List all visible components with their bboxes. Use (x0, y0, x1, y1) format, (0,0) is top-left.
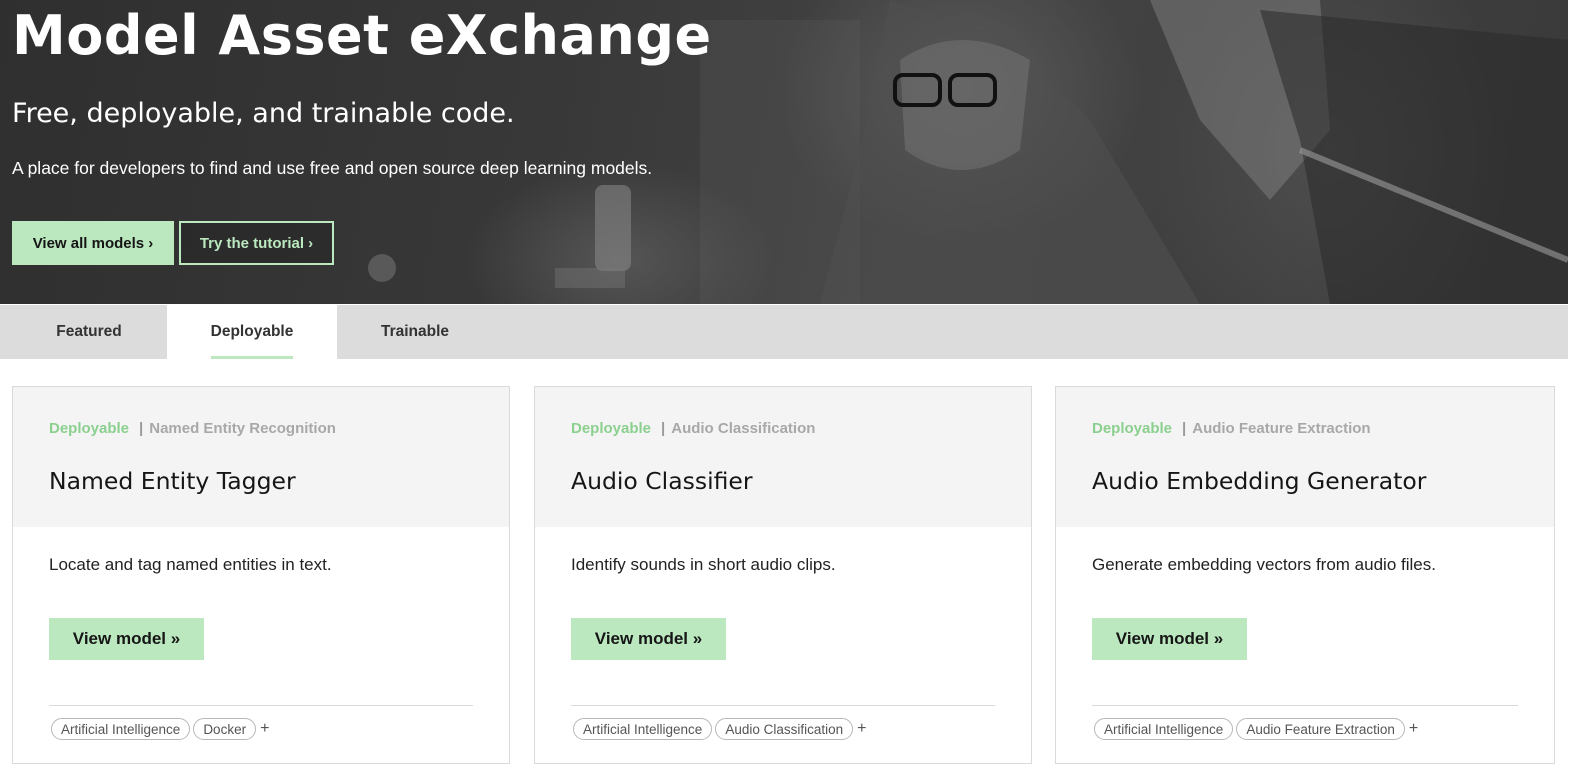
card-tags: Deployable | Audio Feature Extraction (1092, 420, 1371, 437)
chip-audio-classification[interactable]: Audio Classification (715, 718, 854, 740)
more-tags-button[interactable]: + (857, 718, 866, 740)
tab-deployable[interactable]: Deployable (167, 305, 337, 359)
active-tab-indicator (211, 356, 293, 359)
card-header: Deployable | Audio Classification Audio Cl… (535, 387, 1031, 527)
view-model-button[interactable]: View model » (1092, 618, 1247, 660)
card-divider (49, 705, 473, 706)
view-model-button[interactable]: View model » (49, 618, 204, 660)
chip-audio-feature-extraction[interactable]: Audio Feature Extraction (1236, 718, 1405, 740)
chip-artificial-intelligence[interactable]: Artificial Intelligence (51, 718, 191, 740)
view-model-button[interactable]: View model » (571, 618, 726, 660)
card-title: Audio Embedding Generator (1092, 467, 1427, 495)
card-type-label[interactable]: Deployable (571, 420, 651, 437)
card-tags: Deployable | Named Entity Recognition (49, 420, 336, 437)
hero-banner: Model Asset eXchange Free, deployable, a… (0, 0, 1568, 304)
card-category-label[interactable]: Audio Feature Extraction (1192, 420, 1370, 437)
card-chip-list: Artificial Intelligence Docker + (51, 718, 269, 740)
model-card-named-entity-tagger: Deployable | Named Entity Recognition Name… (12, 386, 510, 764)
tag-separator: | (1182, 420, 1187, 437)
view-all-models-button[interactable]: View all models › (12, 221, 174, 265)
card-tags: Deployable | Audio Classification (571, 420, 815, 437)
tab-deployable-label: Deployable (210, 323, 294, 340)
tab-featured[interactable]: Featured (14, 305, 164, 359)
card-header: Deployable | Audio Feature Extraction Audi… (1056, 387, 1554, 527)
chip-artificial-intelligence[interactable]: Artificial Intelligence (1094, 718, 1234, 740)
card-title: Audio Classifier (571, 467, 753, 495)
card-category-label[interactable]: Named Entity Recognition (149, 420, 336, 437)
card-divider (1092, 705, 1518, 706)
card-description: Locate and tag named entities in text. (49, 555, 332, 574)
card-header: Deployable | Named Entity Recognition Name… (13, 387, 509, 527)
more-tags-button[interactable]: + (260, 718, 269, 740)
tag-separator: | (661, 420, 666, 437)
try-tutorial-button[interactable]: Try the tutorial › (179, 221, 334, 265)
page-title: Model Asset eXchange (12, 4, 712, 67)
card-description: Generate embedding vectors from audio fi… (1092, 555, 1436, 574)
card-description: Identify sounds in short audio clips. (571, 555, 836, 574)
card-chip-list: Artificial Intelligence Audio Classifica… (573, 718, 866, 740)
chip-docker[interactable]: Docker (193, 718, 257, 740)
tab-trainable[interactable]: Trainable (340, 305, 490, 359)
more-tags-button[interactable]: + (1409, 718, 1418, 740)
card-type-label[interactable]: Deployable (49, 420, 129, 437)
hero-description: A place for developers to find and use f… (12, 158, 653, 178)
chip-artificial-intelligence[interactable]: Artificial Intelligence (573, 718, 713, 740)
card-type-label[interactable]: Deployable (1092, 420, 1172, 437)
hero-subtitle: Free, deployable, and trainable code. (12, 98, 515, 129)
card-chip-list: Artificial Intelligence Audio Feature Ex… (1094, 718, 1418, 740)
model-card-audio-classifier: Deployable | Audio Classification Audio Cl… (534, 386, 1032, 764)
card-category-label[interactable]: Audio Classification (671, 420, 815, 437)
model-filter-tabs: Featured Deployable Trainable (0, 305, 1568, 359)
model-card-audio-embedding-generator: Deployable | Audio Feature Extraction Audi… (1055, 386, 1555, 764)
card-title: Named Entity Tagger (49, 467, 296, 495)
card-divider (571, 705, 995, 706)
tag-separator: | (139, 420, 144, 437)
